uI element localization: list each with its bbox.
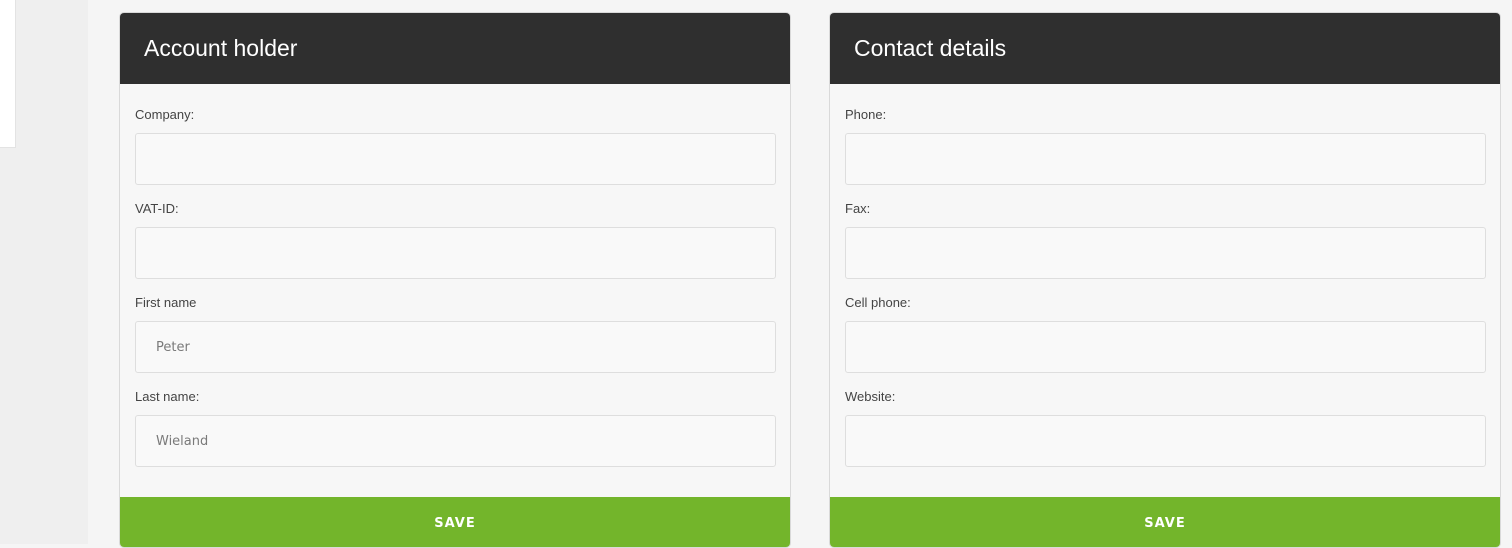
fax-label: Fax: (845, 201, 871, 216)
cell-phone-label: Cell phone: (845, 295, 911, 310)
contact-details-save-button[interactable]: SAVE (830, 497, 1500, 547)
last-name-input[interactable] (135, 415, 776, 467)
last-name-field-group: Last name: (135, 388, 776, 467)
first-name-input[interactable] (135, 321, 776, 373)
company-field-group: Company: (135, 106, 776, 185)
account-holder-save-button[interactable]: SAVE (120, 497, 790, 547)
website-field-group: Website: (845, 388, 1486, 467)
account-holder-header: Account holder (120, 13, 790, 84)
phone-label: Phone: (845, 107, 887, 122)
last-name-label: Last name: (135, 389, 200, 404)
phone-field-group: Phone: (845, 106, 1486, 185)
company-label: Company: (135, 107, 195, 122)
account-holder-form: Company: VAT-ID: First name Last name: (120, 84, 790, 467)
vat-id-label: VAT-ID: (135, 201, 179, 216)
cell-phone-input[interactable] (845, 321, 1486, 373)
fax-input[interactable] (845, 227, 1486, 279)
cell-phone-field-group: Cell phone: (845, 294, 1486, 373)
website-label: Website: (845, 389, 896, 404)
vat-id-input[interactable] (135, 227, 776, 279)
sidebar-card (0, 0, 16, 148)
first-name-label: First name (135, 295, 197, 310)
contact-details-header: Contact details (830, 13, 1500, 84)
contact-details-panel: Contact details Phone: Fax: Cell phone: … (829, 12, 1501, 548)
panel-title: Account holder (144, 35, 298, 61)
fax-field-group: Fax: (845, 200, 1486, 279)
panel-title: Contact details (854, 35, 1007, 61)
vat-id-field-group: VAT-ID: (135, 200, 776, 279)
left-sidebar-area (0, 0, 88, 544)
account-holder-panel: Account holder Company: VAT-ID: First na… (119, 12, 791, 548)
phone-input[interactable] (845, 133, 1486, 185)
contact-details-form: Phone: Fax: Cell phone: Website: (830, 84, 1500, 467)
website-input[interactable] (845, 415, 1486, 467)
first-name-field-group: First name (135, 294, 776, 373)
company-input[interactable] (135, 133, 776, 185)
